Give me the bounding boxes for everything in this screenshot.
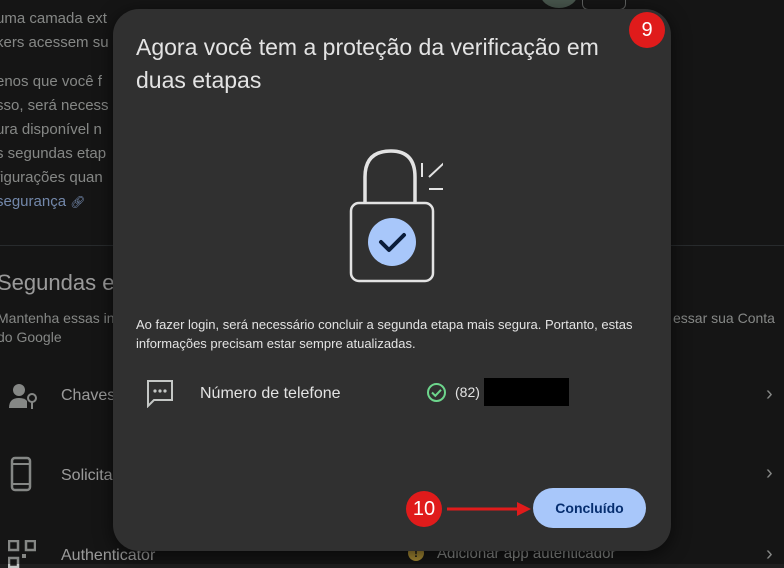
phone-number-label: Número de telefone: [200, 385, 341, 402]
lock-check-illustration: [349, 149, 443, 283]
phone-number-row: Número de telefone (82): [145, 375, 665, 415]
step-badge-9: 9: [629, 12, 665, 48]
arrow-right-icon: [447, 502, 531, 516]
success-dialog: Agora você tem a proteção da verificação…: [113, 9, 671, 551]
dialog-description: Ao fazer login, será necessário concluir…: [136, 317, 633, 351]
redacted-phone-number: [484, 378, 569, 406]
message-icon: [147, 380, 173, 408]
done-button[interactable]: Concluído: [533, 488, 646, 528]
dialog-title: Agora você tem a proteção da verificação…: [136, 34, 599, 93]
step-badge-10: 10: [406, 491, 442, 527]
phone-number-prefix: (82): [455, 384, 480, 400]
check-circle-icon: [427, 383, 446, 402]
